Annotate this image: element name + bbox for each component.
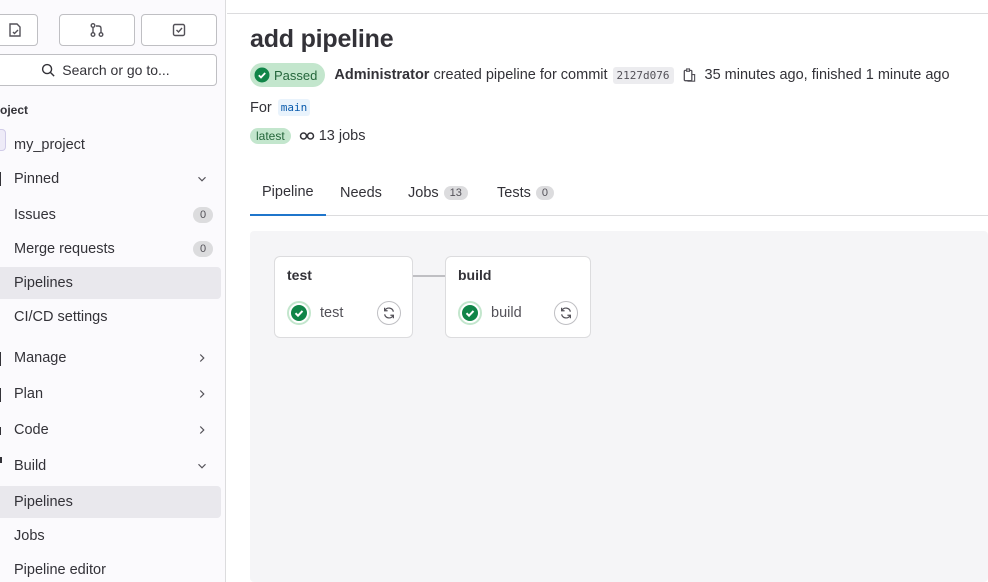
- todo-icon: [172, 23, 186, 37]
- section-heading: oject: [0, 103, 29, 117]
- sidebar: Search or go to... oject my_project Pinn…: [0, 0, 226, 582]
- top-header: [227, 0, 988, 14]
- branch-link[interactable]: main: [277, 99, 311, 116]
- pipeline-graph: test test build build: [250, 231, 988, 582]
- sidebar-group-label: Plan: [14, 386, 44, 402]
- badges-line: latest 13 jobs: [250, 128, 365, 144]
- sidebar-item-label: Pipelines: [14, 494, 73, 510]
- tab-label: Pipeline: [262, 184, 314, 200]
- latest-badge: latest: [250, 128, 291, 144]
- sidebar-item-jobs[interactable]: Jobs: [0, 520, 221, 552]
- sidebar-item-pinned-pipelines[interactable]: Pipelines: [0, 267, 221, 299]
- sidebar-item-label: CI/CD settings: [14, 309, 108, 325]
- action-text: created pipeline for commit: [433, 67, 608, 83]
- chevron-right-icon: [199, 426, 205, 434]
- sidebar-group-code[interactable]: Code: [0, 414, 221, 446]
- stage-build: build build: [445, 256, 591, 338]
- tab-label: Needs: [340, 185, 382, 201]
- sidebar-item-pipelines[interactable]: Pipelines: [0, 486, 221, 518]
- issues-shortcut-button[interactable]: [0, 14, 38, 46]
- sidebar-group-label: Build: [14, 458, 47, 474]
- sidebar-item-label: Pipeline editor: [14, 562, 106, 578]
- pipeline-icon: [299, 132, 314, 140]
- sidebar-item-cicd-settings[interactable]: CI/CD settings: [0, 301, 221, 333]
- code-icon: [0, 427, 1, 435]
- for-label: For: [250, 99, 272, 116]
- pipeline-timing: 35 minutes ago, finished 1 minute ago: [704, 67, 950, 83]
- stage-connector: [412, 275, 446, 277]
- job-name: build: [491, 305, 522, 321]
- sidebar-group-plan[interactable]: Plan: [0, 378, 221, 410]
- status-success-icon: [254, 67, 270, 83]
- sidebar-item-label: Issues: [14, 207, 56, 223]
- job-test[interactable]: test: [287, 301, 343, 325]
- retry-icon: [384, 307, 394, 319]
- tab-tests[interactable]: Tests 0: [497, 170, 554, 216]
- pipeline-tabs: Pipeline Needs Jobs 13 Tests 0: [250, 170, 988, 216]
- sidebar-item-label: Jobs: [14, 528, 45, 544]
- project-link[interactable]: my_project: [0, 129, 221, 161]
- sidebar-group-build[interactable]: Build: [0, 450, 221, 482]
- search-label: Search or go to...: [62, 62, 170, 78]
- stage-test: test test: [274, 256, 413, 338]
- copy-icon[interactable]: [682, 67, 696, 83]
- pinned-toggle[interactable]: Pinned: [0, 163, 221, 195]
- tab-pipeline[interactable]: Pipeline: [250, 170, 326, 216]
- retry-icon: [561, 307, 571, 319]
- merge-requests-shortcut-button[interactable]: [59, 14, 135, 46]
- search-button[interactable]: Search or go to...: [0, 54, 217, 86]
- tab-needs[interactable]: Needs: [340, 170, 382, 216]
- tests-count-badge: 0: [535, 186, 554, 200]
- sidebar-item-issues[interactable]: Issues 0: [0, 199, 221, 231]
- sidebar-item-pipeline-editor[interactable]: Pipeline editor: [0, 554, 221, 582]
- build-icon: [0, 457, 2, 463]
- status-badge[interactable]: Passed: [250, 63, 326, 87]
- tab-label: Jobs: [408, 185, 439, 201]
- page-title: add pipeline: [250, 25, 394, 53]
- job-success-icon: [287, 301, 311, 325]
- stage-title: test: [287, 267, 312, 283]
- job-name: test: [320, 305, 344, 321]
- tab-label: Tests: [497, 185, 531, 201]
- stage-title: build: [458, 267, 492, 283]
- issues-count-badge: 0: [193, 207, 213, 223]
- retry-button[interactable]: [377, 301, 401, 325]
- sidebar-item-label: Merge requests: [14, 241, 115, 257]
- manage-icon: [0, 352, 1, 366]
- sidebar-group-label: Code: [14, 422, 49, 438]
- tab-jobs[interactable]: Jobs 13: [408, 170, 468, 216]
- retry-button[interactable]: [554, 301, 578, 325]
- pipeline-meta: Passed Administrator created pipeline fo…: [250, 63, 950, 87]
- plan-icon: [0, 388, 1, 402]
- chevron-down-icon: [198, 463, 206, 469]
- commit-sha[interactable]: 2127d076: [612, 66, 674, 84]
- author-link[interactable]: Administrator: [334, 67, 429, 83]
- merge-request-icon: [90, 23, 104, 37]
- jobs-summary: 13 jobs: [318, 128, 366, 144]
- pinned-icon: [0, 172, 1, 186]
- chevron-right-icon: [199, 354, 205, 362]
- status-label: Passed: [274, 67, 318, 83]
- chevron-right-icon: [199, 390, 205, 398]
- todo-shortcut-button[interactable]: [141, 14, 217, 46]
- job-success-icon: [458, 301, 482, 325]
- merge-requests-count-badge: 0: [193, 241, 213, 257]
- sidebar-group-manage[interactable]: Manage: [0, 342, 221, 374]
- ref-line: For main: [250, 99, 311, 116]
- chevron-down-icon: [198, 176, 206, 182]
- project-avatar: [0, 129, 6, 151]
- sidebar-group-label: Manage: [14, 350, 67, 366]
- issues-icon: [9, 23, 21, 37]
- project-name: my_project: [14, 137, 85, 153]
- sidebar-item-label: Pipelines: [14, 275, 73, 291]
- jobs-count-badge: 13: [443, 186, 468, 200]
- job-build[interactable]: build: [458, 301, 522, 325]
- search-icon: [42, 63, 55, 77]
- pinned-label: Pinned: [14, 171, 60, 187]
- sidebar-item-merge-requests[interactable]: Merge requests 0: [0, 233, 221, 265]
